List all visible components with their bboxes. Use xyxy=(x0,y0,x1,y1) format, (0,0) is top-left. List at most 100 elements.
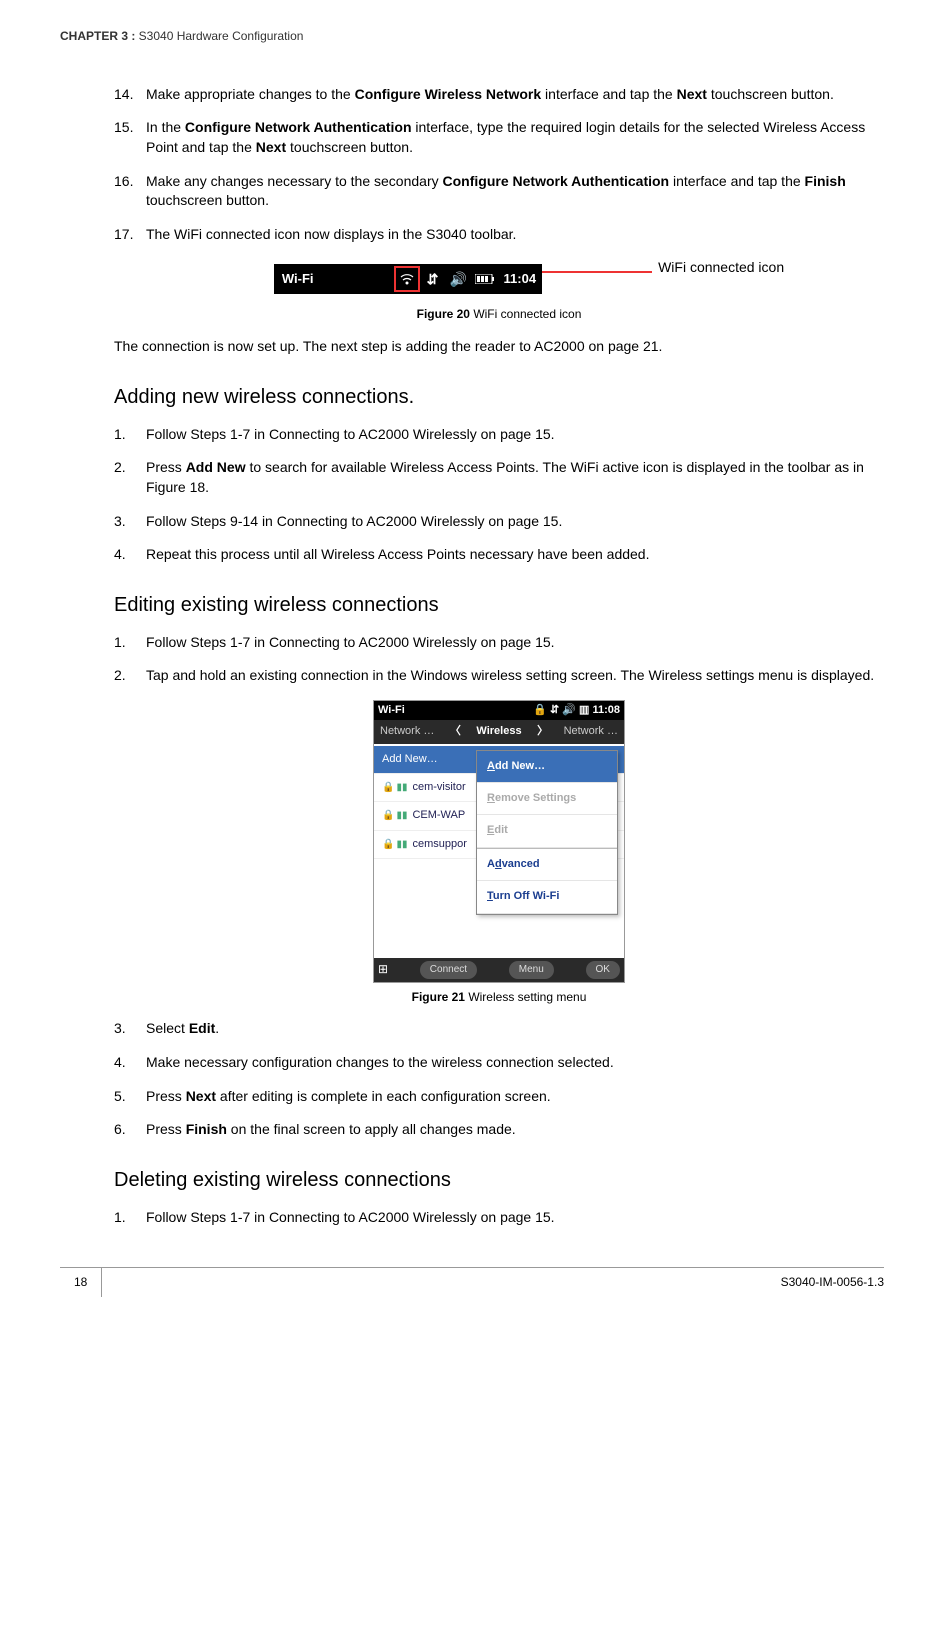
soft-key-bar: ⊞ Connect Menu OK xyxy=(374,958,624,982)
figure-20-caption: Figure 20 WiFi connected icon xyxy=(114,306,884,323)
menu-item-advanced[interactable]: Advanced xyxy=(477,848,617,881)
step-text: Follow Steps 1-7 in Connecting to AC2000… xyxy=(146,426,555,442)
lock-icon: 🔒 xyxy=(382,839,394,850)
step-edit-2: 2. Tap and hold an existing connection i… xyxy=(114,666,884,686)
step-number: 2. xyxy=(114,458,126,478)
lock-icon: 🔒 xyxy=(382,782,394,793)
signal-icon: ▮▮ xyxy=(396,838,408,852)
wifi-toolbar: Wi-Fi ⇵ 🔊 11:04 xyxy=(274,264,542,294)
step-text: Make appropriate changes to the Configur… xyxy=(146,86,834,102)
soft-menu-button[interactable]: Menu xyxy=(509,961,554,979)
step-number: 3. xyxy=(114,1019,126,1039)
step-number: 4. xyxy=(114,1053,126,1073)
step-edit-3: 3. Select Edit. xyxy=(114,1019,884,1039)
tab-right[interactable]: Network … xyxy=(564,724,618,739)
step-add-4: 4. Repeat this process until all Wireles… xyxy=(114,545,884,565)
context-menu: Add New… Remove Settings Edit Advanced T… xyxy=(476,750,618,915)
step-number: 4. xyxy=(114,545,126,565)
step-number: 3. xyxy=(114,512,126,532)
battery-icon xyxy=(472,264,498,294)
step-text: Select Edit. xyxy=(146,1020,219,1036)
step-number: 17. xyxy=(114,225,133,245)
running-head: CHAPTER 3 : S3040 Hardware Configuration xyxy=(60,28,884,45)
step-number: 6. xyxy=(114,1120,126,1140)
step-text: Follow Steps 1-7 in Connecting to AC2000… xyxy=(146,1209,555,1225)
status-bar: Wi-Fi 🔒 ⇵ 🔊 ▥ 11:08 xyxy=(374,701,624,720)
step-add-3: 3. Follow Steps 9-14 in Connecting to AC… xyxy=(114,512,884,532)
chevron-right-icon[interactable]: 〉 xyxy=(533,724,552,739)
steps-add: 1. Follow Steps 1-7 in Connecting to AC2… xyxy=(114,425,884,565)
figure-20: Wi-Fi ⇵ 🔊 11:04 xyxy=(274,264,542,294)
step-edit-4: 4. Make necessary configuration changes … xyxy=(114,1053,884,1073)
step-number: 2. xyxy=(114,666,126,686)
soft-ok-button[interactable]: OK xyxy=(586,961,620,979)
step-number: 15. xyxy=(114,118,133,138)
step-text: Follow Steps 1-7 in Connecting to AC2000… xyxy=(146,634,555,650)
windows-icon[interactable]: ⊞ xyxy=(378,961,388,978)
step-text: Make necessary configuration changes to … xyxy=(146,1054,614,1070)
chapter-label: CHAPTER 3 : xyxy=(60,29,135,43)
figure-21-caption: Figure 21 Wireless setting menu xyxy=(114,989,884,1006)
step-number: 5. xyxy=(114,1087,126,1107)
heading-add-connections: Adding new wireless connections. xyxy=(114,383,884,411)
figure-20-wrap: Wi-Fi ⇵ 🔊 11:04 WiFi connected icon xyxy=(114,258,884,300)
toolbar-time: 11:04 xyxy=(498,270,543,288)
step-number: 1. xyxy=(114,425,126,445)
chapter-title: S3040 Hardware Configuration xyxy=(135,29,303,43)
step-add-2: 2. Press Add New to search for available… xyxy=(114,458,884,497)
status-wifi-label: Wi-Fi xyxy=(378,703,405,718)
steps-main: 14. Make appropriate changes to the Conf… xyxy=(114,85,884,245)
step-edit-6: 6. Press Finish on the final screen to a… xyxy=(114,1120,884,1140)
soft-connect-button[interactable]: Connect xyxy=(420,961,477,979)
menu-item-add-new[interactable]: Add New… xyxy=(477,751,617,783)
step-number: 1. xyxy=(114,633,126,653)
sync-icon: ⇵ xyxy=(420,264,446,294)
step-number: 1. xyxy=(114,1208,126,1228)
step-text: Press Finish on the final screen to appl… xyxy=(146,1121,516,1137)
page-number: 18 xyxy=(60,1268,102,1297)
step-text: Follow Steps 9-14 in Connecting to AC200… xyxy=(146,513,562,529)
menu-item-remove-settings: Remove Settings xyxy=(477,783,617,815)
document-id: S3040-IM-0056-1.3 xyxy=(767,1268,884,1297)
connection-complete-para: The connection is now set up. The next s… xyxy=(114,337,884,357)
step-15: 15. In the Configure Network Authenticat… xyxy=(114,118,884,157)
step-text: In the Configure Network Authentication … xyxy=(146,119,865,155)
signal-icon: ▮▮ xyxy=(396,809,408,823)
steps-delete: 1. Follow Steps 1-7 in Connecting to AC2… xyxy=(114,1208,884,1228)
menu-item-edit: Edit xyxy=(477,815,617,847)
wifi-connected-icon xyxy=(394,266,420,292)
wifi-label: Wi-Fi xyxy=(274,270,394,288)
step-17: 17. The WiFi connected icon now displays… xyxy=(114,225,884,245)
annotation-leader xyxy=(542,271,652,273)
step-16: 16. Make any changes necessary to the se… xyxy=(114,172,884,211)
annotation-label: WiFi connected icon xyxy=(658,258,784,278)
chevron-left-icon[interactable]: 〈 xyxy=(446,724,465,739)
tab-left[interactable]: Network … xyxy=(380,724,434,739)
step-edit-5: 5. Press Next after editing is complete … xyxy=(114,1087,884,1107)
status-time: 11:08 xyxy=(592,704,620,716)
step-edit-1: 1. Follow Steps 1-7 in Connecting to AC2… xyxy=(114,633,884,653)
heading-edit-connections: Editing existing wireless connections xyxy=(114,591,884,619)
step-text: Tap and hold an existing connection in t… xyxy=(146,667,874,683)
steps-edit-post: 3. Select Edit. 4. Make necessary config… xyxy=(114,1019,884,1139)
tab-bar: Network … 〈 Wireless 〉 Network … xyxy=(374,720,624,743)
menu-item-turn-off-wifi[interactable]: Turn Off Wi-Fi xyxy=(477,881,617,913)
page-footer: 18 S3040-IM-0056-1.3 xyxy=(60,1267,884,1297)
signal-icon: ▮▮ xyxy=(396,781,408,795)
step-number: 16. xyxy=(114,172,133,192)
step-14: 14. Make appropriate changes to the Conf… xyxy=(114,85,884,105)
lock-icon: 🔒 xyxy=(382,810,394,821)
step-text: Press Next after editing is complete in … xyxy=(146,1088,551,1104)
step-del-1: 1. Follow Steps 1-7 in Connecting to AC2… xyxy=(114,1208,884,1228)
step-text: Make any changes necessary to the second… xyxy=(146,173,846,209)
step-text: Press Add New to search for available Wi… xyxy=(146,459,864,495)
step-number: 14. xyxy=(114,85,133,105)
figure-21: Wi-Fi 🔒 ⇵ 🔊 ▥ 11:08 Network … 〈 Wireless… xyxy=(114,700,884,983)
heading-delete-connections: Deleting existing wireless connections xyxy=(114,1166,884,1194)
steps-edit-pre: 1. Follow Steps 1-7 in Connecting to AC2… xyxy=(114,633,884,686)
step-add-1: 1. Follow Steps 1-7 in Connecting to AC2… xyxy=(114,425,884,445)
network-list: Add New… 🔒▮▮cem-visitor 🔒▮▮CEM-WAP 🔒▮▮ce… xyxy=(374,744,624,958)
status-icons: 🔒 ⇵ 🔊 ▥ 11:08 xyxy=(533,703,620,718)
tab-wireless[interactable]: Wireless xyxy=(476,724,521,739)
step-text: The WiFi connected icon now displays in … xyxy=(146,226,516,242)
